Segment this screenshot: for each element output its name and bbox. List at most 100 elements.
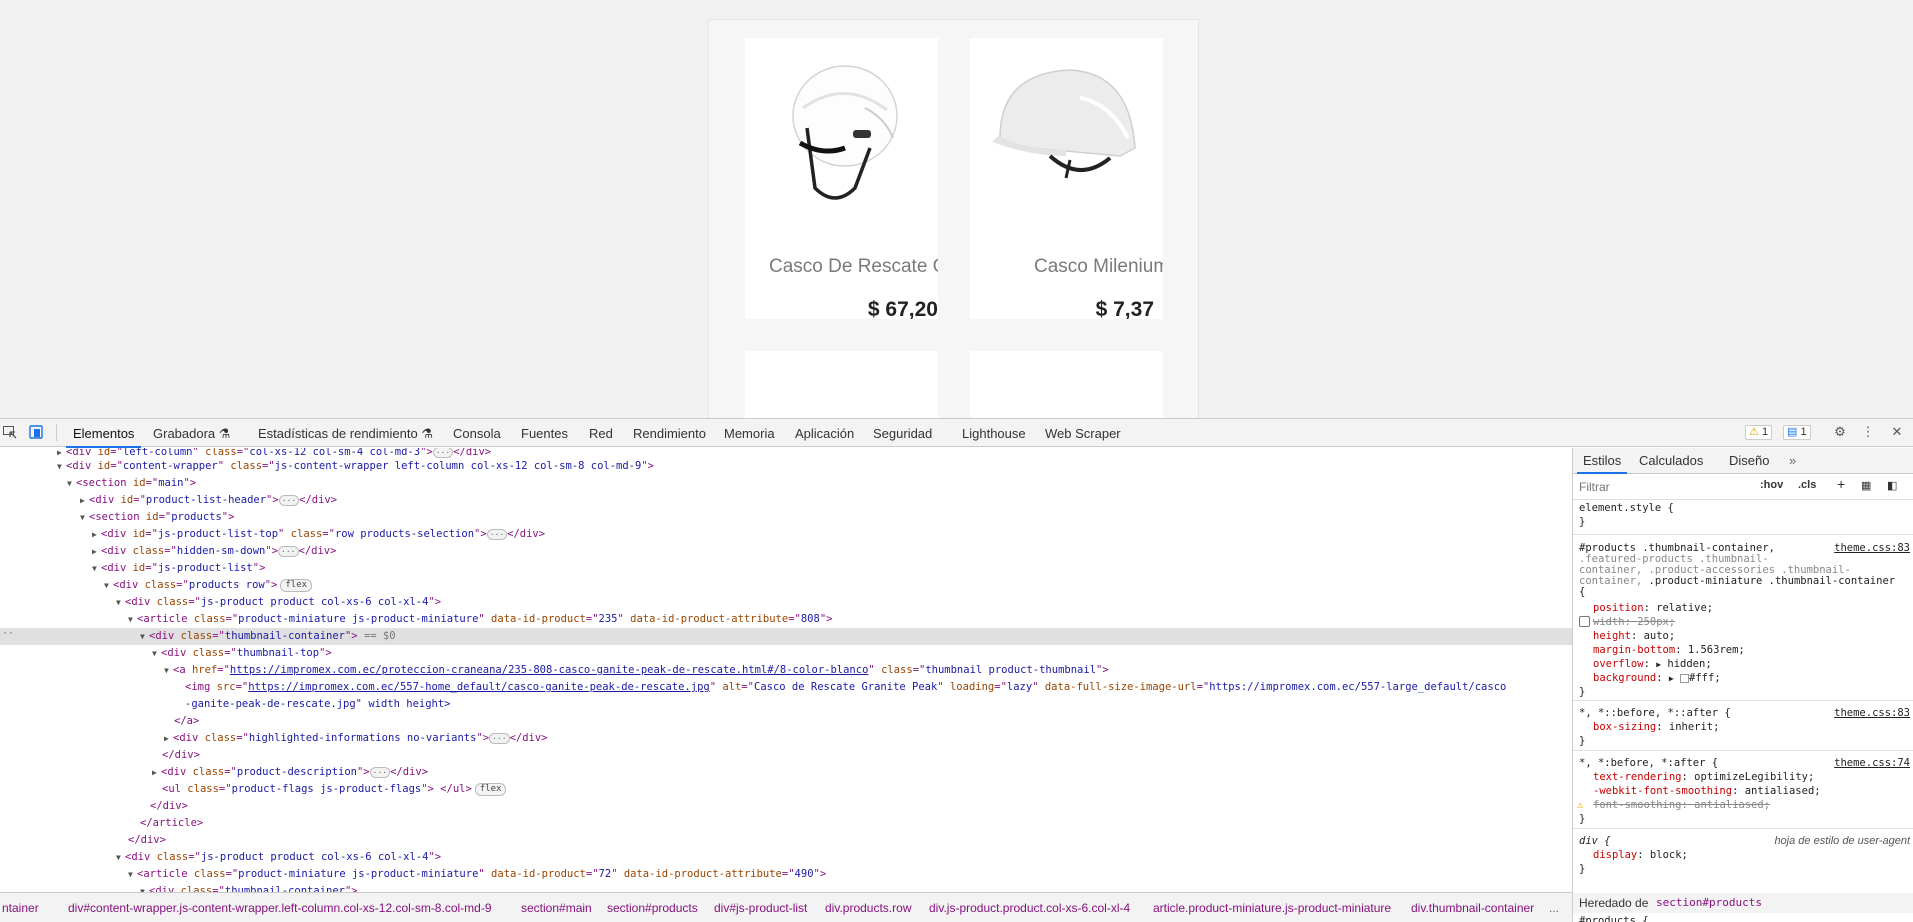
tab-consola[interactable]: Consola xyxy=(453,426,501,441)
dom-node[interactable]: <ul class="product-flags js-product-flag… xyxy=(0,781,1572,798)
href-link[interactable]: https://impromex.com.ec/proteccion-crane… xyxy=(230,664,868,676)
devtools-toolbar: Elementos Grabadora ⚗ Estadísticas de re… xyxy=(0,419,1913,448)
flex-badge[interactable]: flex xyxy=(474,782,507,796)
dom-node[interactable]: ▶ <div class="highlighted-informations no… xyxy=(0,730,1572,747)
color-swatch[interactable] xyxy=(1680,673,1690,683)
tab-web-scraper[interactable]: Web Scraper xyxy=(1045,426,1121,441)
dom-node[interactable]: ▶ <div class="hidden-sm-down"> ··· </div> xyxy=(0,543,1572,560)
product-card[interactable]: Casco De Rescate G $ 67,20 xyxy=(745,38,938,319)
tab-estilos[interactable]: Estilos xyxy=(1576,453,1628,474)
expand-arrow-icon[interactable]: ▶ xyxy=(1669,674,1674,683)
flask-icon: ⚗ xyxy=(421,426,433,441)
dom-node[interactable]: ▼ <div id="js-product-list"> xyxy=(0,560,1572,577)
source-link[interactable]: theme.css:83 xyxy=(1834,706,1910,720)
dom-node[interactable]: ▼ <a href="https://impromex.com.ec/protec… xyxy=(0,662,1572,679)
dom-node[interactable]: ▼ <div class="products row"> flex xyxy=(0,577,1572,594)
messages-badge[interactable]: ▤ 1 xyxy=(1783,425,1811,440)
tab-lighthouse[interactable]: Lighthouse xyxy=(962,426,1026,441)
tab-seguridad[interactable]: Seguridad xyxy=(873,426,932,441)
dom-node[interactable]: ▼ <div class="thumbnail-container"> xyxy=(0,883,1572,892)
breadcrumb-item-current[interactable]: div.thumbnail-container xyxy=(1411,901,1534,915)
product-price: $ 67,20 xyxy=(867,298,938,319)
helmet-image[interactable] xyxy=(970,38,1163,238)
src-link[interactable]: https://impromex.com.ec/557-home_default… xyxy=(248,681,709,693)
product-name[interactable]: Casco De Rescate G xyxy=(769,256,938,278)
dom-node[interactable]: <img src="https://impromex.com.ec/557-ho… xyxy=(0,679,1572,696)
dom-node[interactable]: ▼ <article class="product-miniature js-pr… xyxy=(0,611,1572,628)
dom-node[interactable]: ▼ <section id="products"> xyxy=(0,509,1572,526)
flex-badge[interactable]: flex xyxy=(280,578,313,592)
toggle-sidebar-icon[interactable]: ◧ xyxy=(1887,479,1897,492)
dom-node[interactable]: </div> xyxy=(0,798,1572,815)
breadcrumb-item[interactable]: section#products xyxy=(607,901,698,915)
breadcrumb-item[interactable]: ntainer xyxy=(2,901,39,915)
tab-grabadora[interactable]: Grabadora ⚗ xyxy=(153,426,230,442)
tab-memoria[interactable]: Memoria xyxy=(724,426,775,441)
expand-arrow-icon[interactable]: ▶ xyxy=(1656,660,1661,669)
dom-node[interactable]: ▼ <section id="main"> xyxy=(0,475,1572,492)
message-icon: ▤ xyxy=(1787,426,1798,438)
dom-tree[interactable]: ▶ <div id="left-column" class="col-xs-12 … xyxy=(0,448,1572,892)
inspect-element-icon[interactable] xyxy=(2,424,18,440)
dom-node[interactable]: ▶ <div id="js-product-list-top" class="ro… xyxy=(0,526,1572,543)
tab-elementos[interactable]: Elementos xyxy=(65,426,142,448)
styles-filter-bar: :hov .cls + ▦ ◧ xyxy=(1573,474,1913,500)
page-viewport: Casco De Rescate G $ 67,20 Casco Mileniu… xyxy=(0,0,1913,418)
breadcrumb-item[interactable]: div#content-wrapper.js-content-wrapper.l… xyxy=(68,901,492,915)
dom-node[interactable]: ▼ <article class="product-miniature js-pr… xyxy=(0,866,1572,883)
tab-aplicacion[interactable]: Aplicación xyxy=(795,426,854,441)
dom-node[interactable]: ▼ <div class="thumbnail-top"> xyxy=(0,645,1572,662)
tab-estadisticas[interactable]: Estadísticas de rendimiento ⚗ xyxy=(258,426,433,442)
class-toggle[interactable]: .cls xyxy=(1798,479,1816,491)
dom-node-selected[interactable]: ▼ <div class="thumbnail-container"> == $0 xyxy=(0,628,1572,645)
source-link[interactable]: theme.css:83 xyxy=(1834,541,1910,555)
dom-node[interactable]: </article> xyxy=(0,815,1572,832)
inherited-source-link[interactable]: section#products xyxy=(1656,896,1762,909)
product-card[interactable] xyxy=(745,351,938,418)
more-options-icon[interactable]: ⋮ xyxy=(1860,424,1876,440)
tab-fuentes[interactable]: Fuentes xyxy=(521,426,568,441)
inherited-header: Heredado de section#products xyxy=(1573,893,1913,913)
breadcrumb-item[interactable]: section#main xyxy=(521,901,592,915)
product-card[interactable]: Casco Milenium $ 7,37 xyxy=(970,38,1163,319)
helmet-image[interactable] xyxy=(970,351,1163,418)
product-card[interactable] xyxy=(970,351,1163,418)
helmet-image[interactable] xyxy=(745,38,938,238)
dom-node[interactable]: ▼ <div class="js-product product col-xs-6… xyxy=(0,594,1572,611)
breadcrumb-item[interactable]: div#js-product-list xyxy=(714,901,807,915)
breadcrumb-item[interactable]: article.product-miniature.js-product-min… xyxy=(1153,901,1391,915)
tab-diseno[interactable]: Diseño xyxy=(1729,453,1769,468)
product-grid: Casco De Rescate G $ 67,20 Casco Mileniu… xyxy=(708,19,1199,418)
helmet-image[interactable] xyxy=(745,351,938,418)
toolbar-divider xyxy=(56,424,57,441)
dom-node[interactable]: </div> xyxy=(0,747,1572,764)
styles-filter-input[interactable] xyxy=(1579,478,1739,496)
breadcrumb-item[interactable]: div.products.row xyxy=(825,901,911,915)
dom-node[interactable]: ▶ <div id="product-list-header"> ··· </div> xyxy=(0,492,1572,509)
product-name[interactable]: Casco Milenium xyxy=(1034,256,1163,278)
dom-node[interactable]: ▶ <div class="product-description"> ··· </d… xyxy=(0,764,1572,781)
more-tabs-icon[interactable]: » xyxy=(1789,453,1796,468)
dom-node[interactable]: </div> xyxy=(0,832,1572,849)
dom-node[interactable]: ▼ <div class="js-product product col-xs-6… xyxy=(0,849,1572,866)
tab-rendimiento[interactable]: Rendimiento xyxy=(633,426,706,441)
breadcrumb-item[interactable]: div.js-product.product.col-xs-6.col-xl-4 xyxy=(929,901,1130,915)
add-rule-icon[interactable]: + xyxy=(1837,476,1845,492)
device-toolbar-icon[interactable] xyxy=(28,424,44,440)
dom-node[interactable]: ▼ <div id="content-wrapper" class="js-con… xyxy=(0,458,1572,475)
source-link[interactable]: theme.css:74 xyxy=(1834,756,1910,770)
rule-divider xyxy=(1573,750,1913,751)
tab-calculados[interactable]: Calculados xyxy=(1639,453,1703,468)
hover-state-toggle[interactable]: :hov xyxy=(1760,479,1783,491)
dom-node[interactable]: </a> xyxy=(0,713,1572,730)
warnings-badge[interactable]: ⚠ 1 xyxy=(1745,425,1773,440)
settings-gear-icon[interactable]: ⚙ xyxy=(1832,424,1848,440)
breadcrumb-more[interactable]: ... xyxy=(1549,901,1559,915)
paint-bucket-icon[interactable]: ▦ xyxy=(1861,479,1871,492)
dom-node[interactable]: -ganite-peak-de-rescate.jpg" width heigh… xyxy=(0,696,1572,713)
close-icon[interactable]: ✕ xyxy=(1889,424,1905,440)
warning-icon: ⚠ xyxy=(1749,426,1759,438)
tab-red[interactable]: Red xyxy=(589,426,613,441)
flask-icon: ⚗ xyxy=(218,426,231,441)
property-checkbox[interactable] xyxy=(1579,616,1590,627)
